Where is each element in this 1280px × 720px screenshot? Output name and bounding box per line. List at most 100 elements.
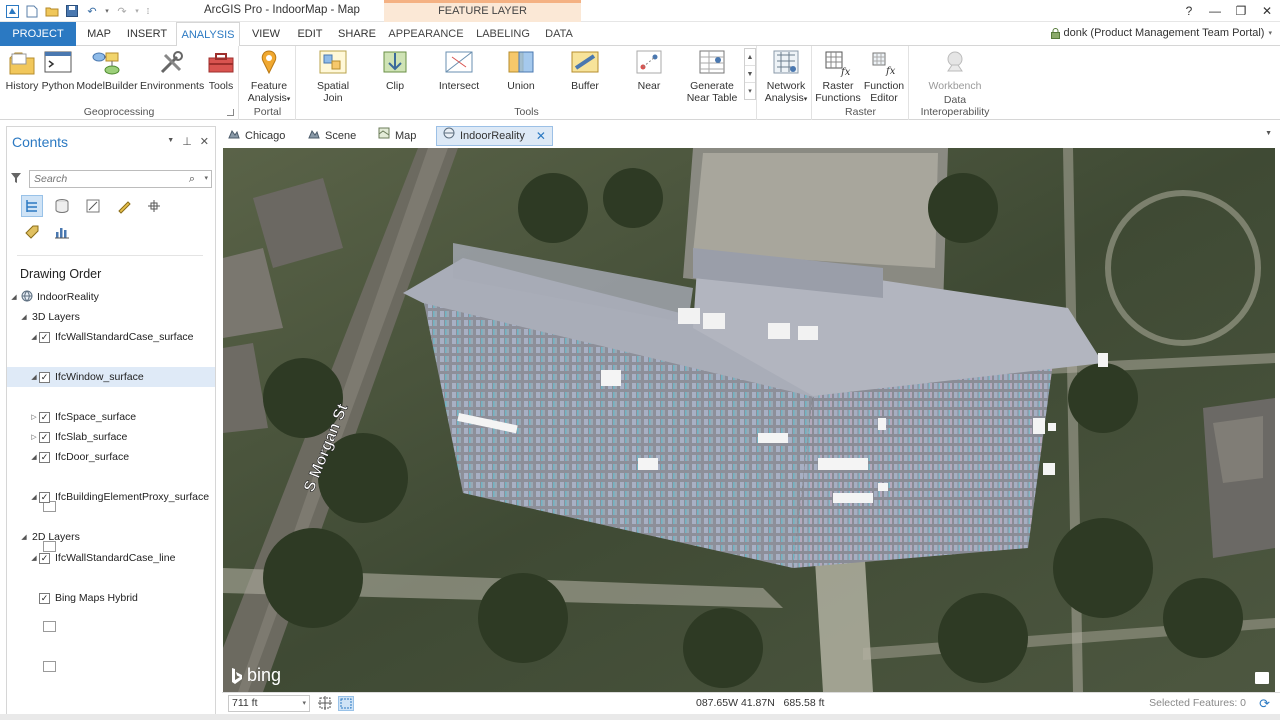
collapse-icon[interactable]: ◢ [9, 293, 19, 301]
minimize-icon[interactable]: — [1202, 0, 1228, 22]
spatial-join-button[interactable]: Spatial Join [311, 49, 355, 104]
tab-insert[interactable]: INSERT [122, 22, 172, 46]
near-button[interactable]: Near [627, 49, 671, 92]
search-dropdown-icon[interactable]: ▾ [204, 174, 208, 182]
history-button[interactable]: History [4, 49, 40, 92]
collapse-icon[interactable]: ◢ [19, 313, 29, 321]
tab-data[interactable]: DATA [540, 22, 578, 46]
close-tab-icon[interactable]: ✕ [536, 126, 546, 146]
generate-near-table-button[interactable]: Generate Near Table [683, 49, 741, 104]
layer-ifcwallstandardcase-surface[interactable]: ◢ ✓ IfcWallStandardCase_surface [7, 327, 215, 347]
collapse-icon[interactable]: ◢ [29, 333, 39, 341]
tab-map[interactable]: MAP [80, 22, 118, 46]
open-project-icon[interactable] [44, 3, 60, 19]
list-by-editing-icon[interactable] [113, 195, 135, 217]
view-tab-indoorreality[interactable]: IndoorReality ✕ [436, 126, 553, 146]
layer-bing-maps-hybrid[interactable]: ✓ Bing Maps Hybrid [7, 588, 215, 608]
list-by-drawing-order-icon[interactable] [21, 195, 43, 217]
workbench-button[interactable]: Workbench [922, 49, 988, 92]
tab-analysis[interactable]: ANALYSIS [176, 22, 240, 47]
search-input[interactable] [30, 171, 180, 187]
network-analysis-button[interactable]: Network Analysis▾ [762, 49, 810, 106]
tab-project[interactable]: PROJECT [0, 22, 76, 46]
list-by-data-source-icon[interactable] [51, 195, 73, 217]
layer-ifcbuildingelementproxy-surface[interactable]: ◢ ✓ IfcBuildingElementProxy_surface [7, 487, 215, 507]
visibility-checkbox[interactable]: ✓ [39, 371, 50, 383]
pane-menu-icon[interactable]: ▼ [167, 135, 174, 148]
tab-labeling[interactable]: LABELING [472, 22, 534, 46]
list-by-snapping-icon[interactable] [143, 195, 165, 217]
python-button[interactable]: Python [40, 49, 76, 92]
visibility-checkbox[interactable]: ✓ [39, 491, 50, 503]
gallery-down-icon[interactable]: ▼ [745, 66, 755, 83]
visibility-checkbox[interactable]: ✓ [39, 451, 50, 463]
tab-view[interactable]: VIEW [246, 22, 286, 46]
search-box[interactable]: ⌕ ▾ [29, 170, 212, 188]
raster-functions-button[interactable]: fx Raster Functions [815, 49, 861, 104]
buffer-button[interactable]: Buffer [563, 49, 607, 92]
visibility-checkbox[interactable]: ✓ [39, 411, 50, 423]
map-notes-icon[interactable] [1255, 672, 1269, 684]
visibility-checkbox[interactable]: ✓ [39, 331, 50, 343]
feature-analysis-button[interactable]: Feature Analysis▾ [246, 49, 292, 106]
search-icon[interactable]: ⌕ [189, 173, 195, 186]
symbol-swatch[interactable] [43, 621, 56, 632]
geoprocessing-launcher-icon[interactable] [227, 109, 234, 116]
redo-icon[interactable]: ↷ [114, 3, 130, 19]
user-account[interactable]: donk (Product Management Team Portal) ▾ [1050, 27, 1272, 39]
tree-group-2d-layers[interactable]: ◢ 2D Layers [7, 527, 215, 547]
visibility-checkbox[interactable]: ✓ [39, 592, 50, 604]
view-tab-chicago[interactable]: Chicago [222, 126, 291, 146]
layer-ifcwallstandardcase-line[interactable]: ◢ ✓ IfcWallStandardCase_line [7, 548, 215, 568]
list-by-selection-icon[interactable] [82, 195, 104, 217]
undo-icon[interactable]: ↶ [84, 3, 100, 19]
view-tabs-menu-icon[interactable]: ▼ [1265, 130, 1272, 137]
filter-icon[interactable] [11, 172, 21, 184]
app-icon[interactable] [4, 3, 20, 19]
redo-dropdown-icon[interactable]: ▾ [134, 3, 140, 19]
new-project-icon[interactable] [24, 3, 40, 19]
collapse-icon[interactable]: ◢ [29, 453, 39, 461]
view-tab-scene[interactable]: Scene [302, 126, 362, 146]
collapse-icon[interactable]: ◢ [29, 554, 39, 562]
visibility-checkbox[interactable]: ✓ [39, 552, 50, 564]
layer-ifcwindow-surface[interactable]: ◢ ✓ IfcWindow_surface [7, 367, 215, 387]
undo-dropdown-icon[interactable]: ▾ [104, 3, 110, 19]
restore-icon[interactable]: ❐ [1228, 0, 1254, 22]
view-tab-map[interactable]: Map [372, 126, 422, 146]
intersect-button[interactable]: Intersect [435, 49, 483, 92]
tab-edit[interactable]: EDIT [292, 22, 328, 46]
layer-ifcslab-surface[interactable]: ▷ ✓ IfcSlab_surface [7, 427, 215, 447]
gallery-expand-icon[interactable]: ▾ [745, 83, 755, 100]
symbol-swatch[interactable] [43, 661, 56, 672]
clip-button[interactable]: Clip [373, 49, 417, 92]
tab-share[interactable]: SHARE [334, 22, 380, 46]
layer-ifcdoor-surface[interactable]: ◢ ✓ IfcDoor_surface [7, 447, 215, 467]
function-editor-button[interactable]: fx Function Editor [861, 49, 907, 104]
help-icon[interactable]: ? [1176, 0, 1202, 22]
scale-dropdown[interactable]: 711 ft ▾ [228, 695, 310, 712]
refresh-icon[interactable]: ⟳ [1259, 696, 1270, 712]
collapse-icon[interactable]: ◢ [19, 533, 29, 541]
list-charts-icon[interactable] [51, 221, 73, 243]
list-by-labeling-icon[interactable] [21, 221, 43, 243]
gallery-up-icon[interactable]: ▲ [745, 49, 755, 66]
tools-button[interactable]: Tools [204, 49, 238, 92]
selected-features-count[interactable]: Selected Features: 0 [1149, 697, 1246, 709]
tree-map-node[interactable]: ◢ IndoorReality [7, 287, 215, 307]
close-icon[interactable]: ✕ [1254, 0, 1280, 22]
save-icon[interactable] [64, 3, 80, 19]
collapse-icon[interactable]: ◢ [29, 493, 39, 501]
modelbuilder-button[interactable]: ModelBuilder [76, 49, 138, 92]
expand-icon[interactable]: ▷ [29, 413, 39, 421]
expand-icon[interactable]: ▷ [29, 433, 39, 441]
tools-gallery-scroll[interactable]: ▲ ▼ ▾ [744, 48, 756, 100]
union-button[interactable]: Union [499, 49, 543, 92]
environments-button[interactable]: Environments [140, 49, 204, 92]
customize-qat-icon[interactable]: ⁞ [144, 3, 152, 19]
tree-group-3d-layers[interactable]: ◢ 3D Layers [7, 307, 215, 327]
visibility-checkbox[interactable]: ✓ [39, 431, 50, 443]
pane-close-icon[interactable]: ✕ [200, 135, 209, 148]
collapse-icon[interactable]: ◢ [29, 373, 39, 381]
layer-ifcspace-surface[interactable]: ▷ ✓ IfcSpace_surface [7, 407, 215, 427]
